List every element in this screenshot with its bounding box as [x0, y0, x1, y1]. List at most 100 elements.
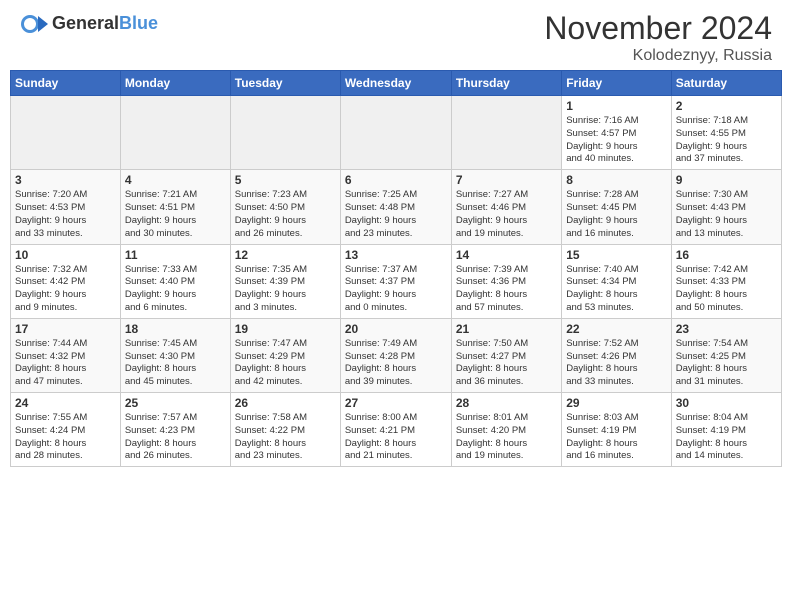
day-info: Sunrise: 7:16 AMSunset: 4:57 PMDaylight:…: [566, 115, 666, 166]
day-number: 26: [235, 396, 336, 410]
day-cell: 8Sunrise: 7:28 AMSunset: 4:45 PMDaylight…: [562, 170, 671, 244]
day-cell: 9 Sunrise: 7:30 AMSunset: 4:43 PMDaylight…: [671, 170, 781, 244]
day-cell: 4 Sunrise: 7:21 AMSunset: 4:51 PMDaylight…: [120, 170, 230, 244]
col-header-monday: Monday: [120, 71, 230, 96]
day-number: 28: [456, 396, 557, 410]
day-cell: 24 Sunrise: 7:55 AMSunset: 4:24 PMDayligh…: [11, 393, 121, 467]
day-info: Sunrise: 7:18 AMSunset: 4:55 PMDaylight:…: [676, 115, 777, 166]
day-cell: 10 Sunrise: 7:32 AMSunset: 4:42 PMDayligh…: [11, 244, 121, 318]
day-cell: 2 Sunrise: 7:18 AMSunset: 4:55 PMDaylight…: [671, 96, 781, 170]
day-info: Sunrise: 7:49 AMSunset: 4:28 PMDaylight:…: [345, 338, 447, 389]
day-number: 6: [345, 173, 447, 187]
day-cell: 22 Sunrise: 7:52 AMSunset: 4:26 PMDayligh…: [562, 318, 671, 392]
day-cell: [11, 96, 121, 170]
day-cell: 11 Sunrise: 7:33 AMSunset: 4:40 PMDayligh…: [120, 244, 230, 318]
day-cell: [451, 96, 561, 170]
day-info: Sunrise: 7:23 AMSunset: 4:50 PMDaylight:…: [235, 189, 336, 240]
day-info: Sunrise: 7:45 AMSunset: 4:30 PMDaylight:…: [125, 338, 226, 389]
day-info: Sunrise: 8:01 AMSunset: 4:20 PMDaylight:…: [456, 412, 557, 463]
day-number: 17: [15, 322, 116, 336]
day-number: 22: [566, 322, 666, 336]
week-row-1: 1 Sunrise: 7:16 AMSunset: 4:57 PMDaylight…: [11, 96, 782, 170]
day-info: Sunrise: 7:35 AMSunset: 4:39 PMDaylight:…: [235, 264, 336, 315]
day-cell: 14 Sunrise: 7:39 AMSunset: 4:36 PMDayligh…: [451, 244, 561, 318]
day-number: 29: [566, 396, 666, 410]
day-info: Sunrise: 7:20 AMSunset: 4:53 PMDaylight:…: [15, 189, 116, 240]
logo-text: GeneralBlue: [52, 14, 158, 34]
day-number: 18: [125, 322, 226, 336]
day-cell: 23 Sunrise: 7:54 AMSunset: 4:25 PMDayligh…: [671, 318, 781, 392]
day-info: Sunrise: 7:54 AMSunset: 4:25 PMDaylight:…: [676, 338, 777, 389]
day-cell: 13 Sunrise: 7:37 AMSunset: 4:37 PMDayligh…: [340, 244, 451, 318]
day-number: 7: [456, 173, 557, 187]
title-block: November 2024 Kolodeznyy, Russia: [544, 10, 772, 65]
day-cell: 1 Sunrise: 7:16 AMSunset: 4:57 PMDaylight…: [562, 96, 671, 170]
day-cell: 25Sunrise: 7:57 AMSunset: 4:23 PMDayligh…: [120, 393, 230, 467]
day-number: 24: [15, 396, 116, 410]
day-cell: 27Sunrise: 8:00 AMSunset: 4:21 PMDayligh…: [340, 393, 451, 467]
calendar-header-row: SundayMondayTuesdayWednesdayThursdayFrid…: [11, 71, 782, 96]
day-number: 10: [15, 248, 116, 262]
day-info: Sunrise: 7:57 AMSunset: 4:23 PMDaylight:…: [125, 412, 226, 463]
day-cell: 18 Sunrise: 7:45 AMSunset: 4:30 PMDayligh…: [120, 318, 230, 392]
day-cell: 21Sunrise: 7:50 AMSunset: 4:27 PMDayligh…: [451, 318, 561, 392]
day-number: 27: [345, 396, 447, 410]
day-number: 20: [345, 322, 447, 336]
day-info: Sunrise: 7:42 AMSunset: 4:33 PMDaylight:…: [676, 264, 777, 315]
day-number: 23: [676, 322, 777, 336]
day-cell: 5 Sunrise: 7:23 AMSunset: 4:50 PMDaylight…: [230, 170, 340, 244]
col-header-sunday: Sunday: [11, 71, 121, 96]
day-number: 11: [125, 248, 226, 262]
day-cell: 7 Sunrise: 7:27 AMSunset: 4:46 PMDaylight…: [451, 170, 561, 244]
day-info: Sunrise: 7:21 AMSunset: 4:51 PMDaylight:…: [125, 189, 226, 240]
day-info: Sunrise: 8:04 AMSunset: 4:19 PMDaylight:…: [676, 412, 777, 463]
day-info: Sunrise: 7:33 AMSunset: 4:40 PMDaylight:…: [125, 264, 226, 315]
day-cell: [120, 96, 230, 170]
day-info: Sunrise: 7:55 AMSunset: 4:24 PMDaylight:…: [15, 412, 116, 463]
day-number: 13: [345, 248, 447, 262]
month-title: November 2024: [544, 10, 772, 47]
day-cell: 17 Sunrise: 7:44 AMSunset: 4:32 PMDayligh…: [11, 318, 121, 392]
day-cell: 6 Sunrise: 7:25 AMSunset: 4:48 PMDaylight…: [340, 170, 451, 244]
day-number: 4: [125, 173, 226, 187]
day-info: Sunrise: 7:25 AMSunset: 4:48 PMDaylight:…: [345, 189, 447, 240]
day-cell: [340, 96, 451, 170]
calendar-table: SundayMondayTuesdayWednesdayThursdayFrid…: [10, 70, 782, 467]
day-info: Sunrise: 7:58 AMSunset: 4:22 PMDaylight:…: [235, 412, 336, 463]
day-number: 30: [676, 396, 777, 410]
day-info: Sunrise: 7:32 AMSunset: 4:42 PMDaylight:…: [15, 264, 116, 315]
week-row-3: 10 Sunrise: 7:32 AMSunset: 4:42 PMDayligh…: [11, 244, 782, 318]
day-cell: 3Sunrise: 7:20 AMSunset: 4:53 PMDaylight…: [11, 170, 121, 244]
day-info: Sunrise: 7:52 AMSunset: 4:26 PMDaylight:…: [566, 338, 666, 389]
col-header-tuesday: Tuesday: [230, 71, 340, 96]
day-number: 2: [676, 99, 777, 113]
calendar: SundayMondayTuesdayWednesdayThursdayFrid…: [0, 70, 792, 472]
day-number: 15: [566, 248, 666, 262]
day-cell: 16 Sunrise: 7:42 AMSunset: 4:33 PMDayligh…: [671, 244, 781, 318]
day-cell: 20 Sunrise: 7:49 AMSunset: 4:28 PMDayligh…: [340, 318, 451, 392]
day-info: Sunrise: 7:50 AMSunset: 4:27 PMDaylight:…: [456, 338, 557, 389]
day-info: Sunrise: 7:39 AMSunset: 4:36 PMDaylight:…: [456, 264, 557, 315]
day-cell: [230, 96, 340, 170]
day-number: 19: [235, 322, 336, 336]
day-number: 16: [676, 248, 777, 262]
day-info: Sunrise: 7:37 AMSunset: 4:37 PMDaylight:…: [345, 264, 447, 315]
day-info: Sunrise: 7:27 AMSunset: 4:46 PMDaylight:…: [456, 189, 557, 240]
week-row-5: 24 Sunrise: 7:55 AMSunset: 4:24 PMDayligh…: [11, 393, 782, 467]
day-info: Sunrise: 7:44 AMSunset: 4:32 PMDaylight:…: [15, 338, 116, 389]
day-cell: 15Sunrise: 7:40 AMSunset: 4:34 PMDayligh…: [562, 244, 671, 318]
day-cell: 29 Sunrise: 8:03 AMSunset: 4:19 PMDayligh…: [562, 393, 671, 467]
col-header-friday: Friday: [562, 71, 671, 96]
day-info: Sunrise: 7:30 AMSunset: 4:43 PMDaylight:…: [676, 189, 777, 240]
day-number: 1: [566, 99, 666, 113]
logo: GeneralBlue: [20, 10, 158, 38]
day-number: 9: [676, 173, 777, 187]
day-number: 5: [235, 173, 336, 187]
col-header-thursday: Thursday: [451, 71, 561, 96]
day-info: Sunrise: 8:03 AMSunset: 4:19 PMDaylight:…: [566, 412, 666, 463]
col-header-wednesday: Wednesday: [340, 71, 451, 96]
logo-icon: [20, 10, 48, 38]
day-cell: 26 Sunrise: 7:58 AMSunset: 4:22 PMDayligh…: [230, 393, 340, 467]
day-number: 8: [566, 173, 666, 187]
day-number: 14: [456, 248, 557, 262]
